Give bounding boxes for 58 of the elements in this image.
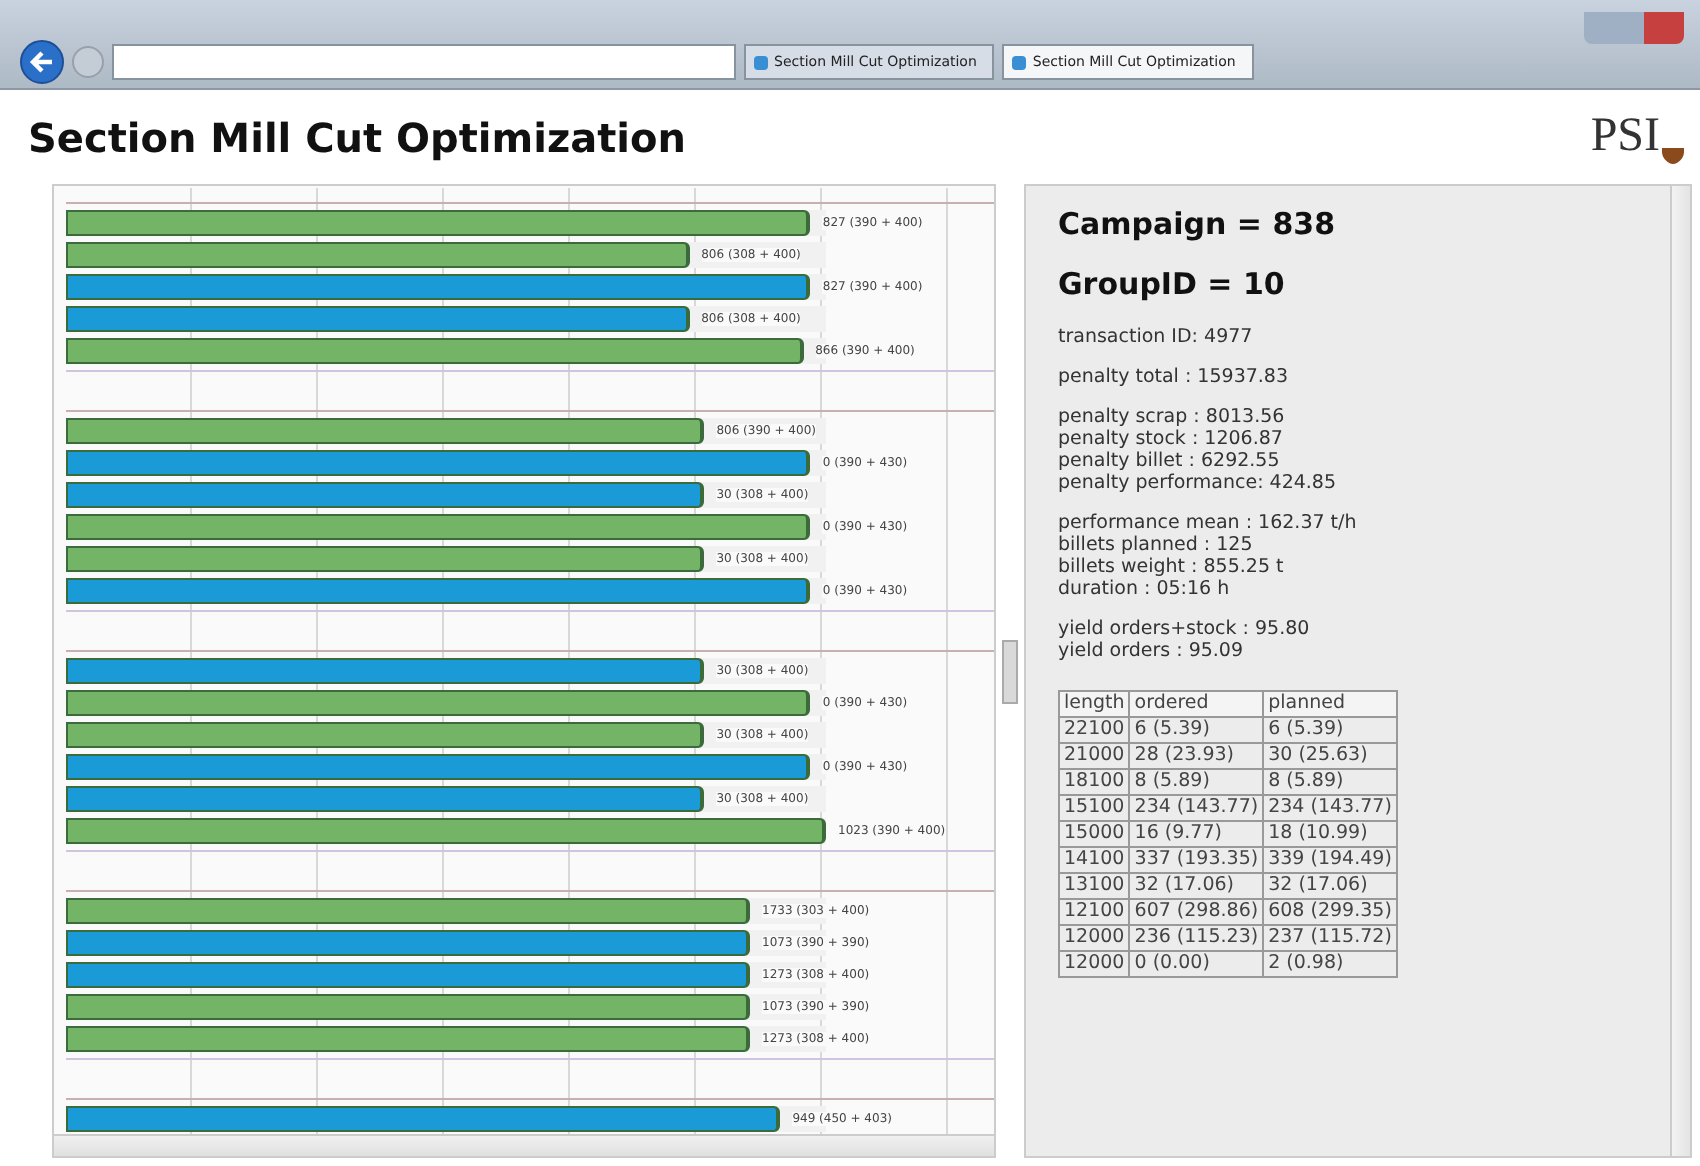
page-title: Section Mill Cut Optimization — [28, 113, 687, 161]
table-cell: 21000 — [1059, 743, 1130, 769]
table-cell: 12100 — [1059, 899, 1130, 925]
table-cell: 2 (0.98) — [1263, 951, 1397, 977]
table-cell: 236 (115.23) — [1129, 925, 1264, 951]
splitter-handle[interactable] — [1002, 639, 1018, 703]
window-controls[interactable] — [1584, 12, 1684, 44]
address-field[interactable] — [112, 44, 736, 80]
table-cell: 337 (193.35) — [1129, 847, 1264, 873]
table-cell: 6 (5.39) — [1129, 717, 1264, 743]
table-cell: 14100 — [1059, 847, 1130, 873]
vertical-scrollbar[interactable] — [1670, 186, 1690, 1156]
stat-text: billets weight : 855.25 t — [1058, 556, 1286, 578]
table-cell: 8 (5.89) — [1129, 769, 1264, 795]
group-heading: GroupID = 10 — [1058, 266, 1287, 302]
table-cell: 6 (5.39) — [1263, 717, 1397, 743]
campaign-heading: Campaign = 838 — [1058, 206, 1338, 242]
table-cell: 32 (17.06) — [1129, 873, 1264, 899]
back-button[interactable] — [20, 40, 64, 84]
forward-button[interactable] — [72, 46, 104, 78]
table-cell: 234 (143.77) — [1263, 795, 1397, 821]
stat-text: performance mean : 162.37 t/h — [1058, 512, 1359, 534]
table-cell: 608 (299.35) — [1263, 899, 1397, 925]
table-cell: 12000 — [1059, 925, 1130, 951]
table-cell: 237 (115.72) — [1263, 925, 1397, 951]
column-header: planned — [1263, 691, 1397, 717]
cup-icon — [1662, 146, 1684, 164]
table-cell: 32 (17.06) — [1263, 873, 1397, 899]
stat-text: duration : 05:16 h — [1058, 578, 1232, 600]
horizontal-scrollbar[interactable] — [54, 1134, 994, 1156]
table-cell: 234 (143.77) — [1129, 795, 1264, 821]
stat-text: penalty scrap : 8013.56 — [1058, 406, 1287, 428]
stat-text: penalty billet : 6292.55 — [1058, 450, 1282, 472]
arrow-left-icon — [28, 48, 56, 76]
stat-text: penalty total : 15937.83 — [1058, 366, 1291, 388]
table-cell: 0 (0.00) — [1129, 951, 1264, 977]
stat-text: penalty stock : 1206.87 — [1058, 428, 1285, 450]
logo-text: PSI — [1590, 110, 1660, 164]
table-cell: 13100 — [1059, 873, 1130, 899]
table-cell: 339 (194.49) — [1263, 847, 1397, 873]
table-cell: 22100 — [1059, 717, 1130, 743]
table-cell: 15000 — [1059, 821, 1130, 847]
stat-text: penalty performance: 424.85 — [1058, 472, 1339, 494]
table-cell: 28 (23.93) — [1129, 743, 1264, 769]
table-cell: 18100 — [1059, 769, 1130, 795]
table-cell: 8 (5.89) — [1263, 769, 1397, 795]
stat-text: yield orders+stock : 95.80 — [1058, 618, 1312, 640]
table-cell: 18 (10.99) — [1263, 821, 1397, 847]
table-cell: 30 (25.63) — [1263, 743, 1397, 769]
stat-text: yield orders : 95.09 — [1058, 640, 1246, 662]
table-cell: 15100 — [1059, 795, 1130, 821]
table-cell: 12000 — [1059, 951, 1130, 977]
stat-text: transaction ID: 4977 — [1058, 326, 1255, 348]
column-header: ordered — [1129, 691, 1264, 717]
table-cell: 607 (298.86) — [1129, 899, 1264, 925]
stat-text: billets planned : 125 — [1058, 534, 1255, 556]
column-header: length — [1059, 691, 1130, 717]
table-cell: 16 (9.77) — [1129, 821, 1264, 847]
